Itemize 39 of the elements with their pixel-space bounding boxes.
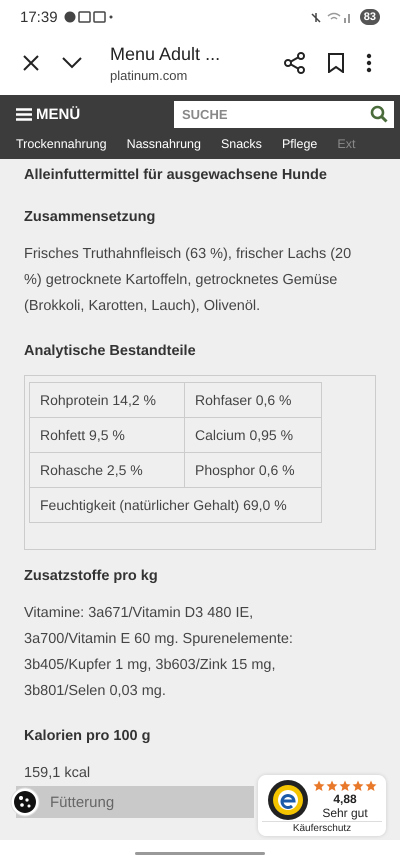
chevron-down-icon[interactable] xyxy=(62,57,82,69)
battery-level: 83 xyxy=(360,9,380,25)
more-icon[interactable] xyxy=(366,53,372,73)
rating-score: 4,88 xyxy=(333,792,357,806)
table-cell: Rohfett 9,5 % xyxy=(30,418,185,453)
page-title: Menu Adult ... xyxy=(110,44,222,64)
table-cell: Rohprotein 14,2 % xyxy=(30,383,185,418)
search-field[interactable]: SUCHE xyxy=(174,101,366,128)
paragraph: Frisches Truthahnfleisch (63 %), frischer Lachs (20 %) getrocknete Kartoffeln, getrocknetes Gemüse (Brokkoli, Karotten, Lauch), Olivenöl. xyxy=(24,245,352,316)
badge-caption: Käuferschutz xyxy=(262,821,382,834)
bookmark-icon[interactable] xyxy=(328,53,344,73)
table-cell: Rohfaser 0,6 % xyxy=(185,383,322,418)
table-cell: Calcium 0,95 % xyxy=(185,418,322,453)
menu-button[interactable]: MENÜ xyxy=(16,106,162,123)
menu-icon xyxy=(16,108,32,121)
paragraph: Vitamine: 3a671/Vitamin D3 480 IE, 3a700/Vitamin E 60 mg. Spurenelemente: 3b405/Kupfer 1 mg, 3b603/Zink 15 mg, 3b801/Selen 0,03 mg. xyxy=(24,604,294,701)
trust-badge[interactable]: 4,88 Sehr gut Käuferschutz xyxy=(258,775,386,836)
section-heading: Kalorien pro 100 g xyxy=(24,728,152,744)
table-cell: Phosphor 0,6 % xyxy=(185,453,322,488)
category-link[interactable]: Snacks xyxy=(220,137,262,151)
page-url: platinum.com xyxy=(110,68,188,82)
section-heading: Zusammensetzung xyxy=(24,209,156,225)
section-heading: Alleinfuttermittel für ausgewachsene Hunde xyxy=(24,167,328,183)
section-heading: Analytische Bestandteile xyxy=(24,343,197,359)
seal-icon xyxy=(267,779,309,821)
category-link[interactable]: Pflege xyxy=(282,137,318,151)
table-cell: Feuchtigkeit (natürlicher Gehalt) 69,0 % xyxy=(30,488,322,523)
category-link[interactable]: Trockennahrung xyxy=(16,137,107,151)
section-heading: Zusatzstoffe pro kg xyxy=(24,568,159,584)
cookie-icon[interactable] xyxy=(10,787,40,817)
close-icon[interactable] xyxy=(22,54,40,72)
search-icon[interactable] xyxy=(366,101,394,128)
share-icon[interactable] xyxy=(284,52,306,74)
clock: 17:39 xyxy=(20,8,58,26)
table-cell: Rohasche 2,5 % xyxy=(30,453,185,488)
rating-label: Sehr gut xyxy=(322,806,368,820)
notification-icons xyxy=(64,10,114,24)
paragraph: 159,1 kcal xyxy=(24,764,92,783)
category-link[interactable]: Nassnahrung xyxy=(126,137,201,151)
